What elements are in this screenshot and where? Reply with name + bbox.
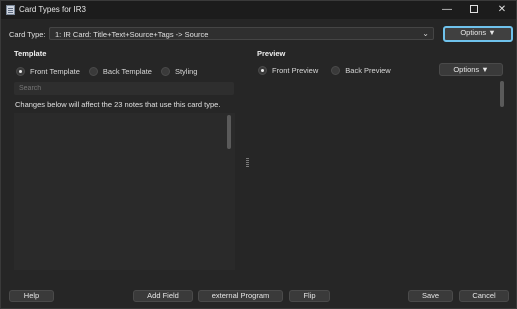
radio-label: Front Template [30,67,80,76]
card-type-value: 1: IR Card: Title+Text+Source+Tags -> So… [55,30,209,39]
save-button[interactable]: Save [408,290,453,302]
radio-button[interactable] [16,67,25,76]
card-type-options-button[interactable]: Options ▼ [443,26,513,42]
card-type-label: Card Type: [9,30,46,39]
radio-button[interactable] [160,67,170,76]
preview-heading: Preview [257,49,286,58]
radio-label: Back Template [102,67,152,76]
radio-front-preview[interactable]: Front Preview [258,66,318,75]
preview-options-button[interactable]: Options ▼ [439,63,503,76]
card-types-window: Card Types for IR3 — ✕ Card Type: 1: IR … [0,0,517,309]
close-icon[interactable]: ✕ [489,1,515,19]
template-editor[interactable] [14,113,235,270]
minimize-icon[interactable]: — [434,1,460,19]
window-title: Card Types for IR3 [19,5,86,14]
radio-label: Styling [174,67,198,76]
radio-button[interactable] [331,66,341,75]
card-type-select[interactable]: 1: IR Card: Title+Text+Source+Tags -> So… [49,27,434,40]
search-input[interactable] [14,82,234,95]
flip-button[interactable]: Flip [289,290,330,302]
splitter-handle[interactable] [246,158,249,168]
preview-radio-group: Front Preview Back Preview [258,66,400,75]
app-icon [6,5,15,15]
radio-label: Front Preview [272,66,319,75]
add-field-button[interactable]: Add Field [133,290,193,302]
radio-styling[interactable]: Styling [160,67,198,76]
radio-label: Back Preview [345,66,391,75]
radio-button[interactable] [88,67,98,76]
template-radio-group: Front Template Back Template Styling [16,67,206,76]
preview-scrollbar[interactable] [500,81,504,107]
radio-back-template[interactable]: Back Template [88,67,152,76]
title-bar: Card Types for IR3 — ✕ [1,1,516,19]
cancel-button[interactable]: Cancel [459,290,509,302]
radio-button[interactable] [258,66,267,75]
affected-notes-text: Changes below will affect the 23 notes t… [15,100,221,109]
radio-front-template[interactable]: Front Template [16,67,80,76]
external-program-button[interactable]: external Program [198,290,283,302]
editor-scrollbar[interactable] [227,115,231,149]
help-button[interactable]: Help [9,290,54,302]
chevron-down-icon: ⌄ [422,29,429,38]
maximize-icon[interactable] [461,1,487,19]
radio-back-preview[interactable]: Back Preview [331,66,391,75]
template-heading: Template [14,49,47,58]
